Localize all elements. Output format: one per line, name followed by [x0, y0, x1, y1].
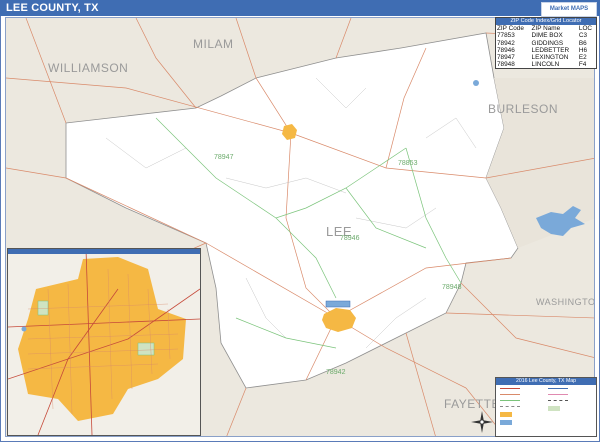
zip-code: 77853: [497, 32, 515, 40]
county-label-fayette: FAYETTE: [444, 397, 500, 411]
zip-label-78947: 78947: [214, 154, 234, 161]
zip-label-78942: 78942: [326, 369, 346, 376]
zip-name: LINCOLN: [531, 61, 560, 69]
zip-code: 78942: [497, 39, 515, 47]
legend-city-swatch: [500, 412, 512, 417]
table-row: 78947 LEXINGTON E2: [496, 54, 596, 61]
zip-name: LEDBETTER: [531, 46, 570, 54]
zip-label-78946: 78946: [340, 235, 360, 242]
zip-index-title: ZIP Code Index/Grid Locator: [496, 18, 596, 26]
legend-park-swatch: [548, 406, 560, 411]
giddings-highlight: [325, 300, 351, 308]
inset-title-bar: [8, 249, 200, 254]
zip-index-table: ZIP Code Index/Grid Locator ZIP Code ZIP…: [495, 17, 597, 70]
header-loc: LOC: [578, 25, 593, 33]
zip-name: LEXINGTON: [531, 54, 569, 62]
table-row: 78942 GIDDINGS B6: [496, 40, 596, 47]
header-zip: ZIP Code: [497, 25, 524, 33]
legend-title: 2016 Lee County, TX Map: [496, 378, 596, 385]
inset-pond: [21, 326, 27, 332]
table-row: 78948 LINCOLN F4: [496, 61, 596, 68]
zip-name: DIME BOX: [531, 32, 563, 40]
zip-loc: F4: [578, 61, 587, 69]
map-legend: 2016 Lee County, TX Map: [495, 377, 597, 437]
county-label-washington: WASHINGTON: [536, 297, 595, 307]
zip-loc: E2: [578, 54, 587, 62]
brand-logo: Market MAPS: [541, 2, 597, 17]
inset-park: [37, 300, 49, 316]
county-label-burleson: BURLESON: [488, 102, 559, 116]
map-title: LEE COUNTY, TX: [0, 0, 600, 16]
zip-code: 78948: [497, 61, 515, 69]
inset-park: [137, 342, 155, 356]
inset-city-area: [18, 257, 186, 421]
zip-code: 78946: [497, 46, 515, 54]
zip-loc: C3: [578, 32, 588, 40]
table-row: 78946 LEDBETTER H6: [496, 47, 596, 54]
zip-loc: H6: [578, 46, 588, 54]
table-row: 77853 DIME BOX C3: [496, 32, 596, 39]
compass-rose-icon: [471, 411, 493, 433]
inset-map-svg: [8, 249, 200, 435]
header-name: ZIP Name: [531, 25, 561, 33]
inset-map[interactable]: [7, 248, 201, 436]
zip-name: GIDDINGS: [531, 39, 564, 47]
zip-label-78948: 78948: [442, 284, 462, 291]
pond: [473, 80, 479, 86]
zip-code: 78947: [497, 54, 515, 62]
county-label-williamson: WILLIAMSON: [48, 61, 129, 75]
county-label-milam: MILAM: [193, 37, 234, 51]
zip-label-78853: 78853: [398, 160, 418, 167]
zip-loc: B6: [578, 39, 587, 47]
legend-water-swatch: [500, 420, 512, 425]
zip-table-header: ZIP Code ZIP Name LOC: [496, 25, 596, 32]
